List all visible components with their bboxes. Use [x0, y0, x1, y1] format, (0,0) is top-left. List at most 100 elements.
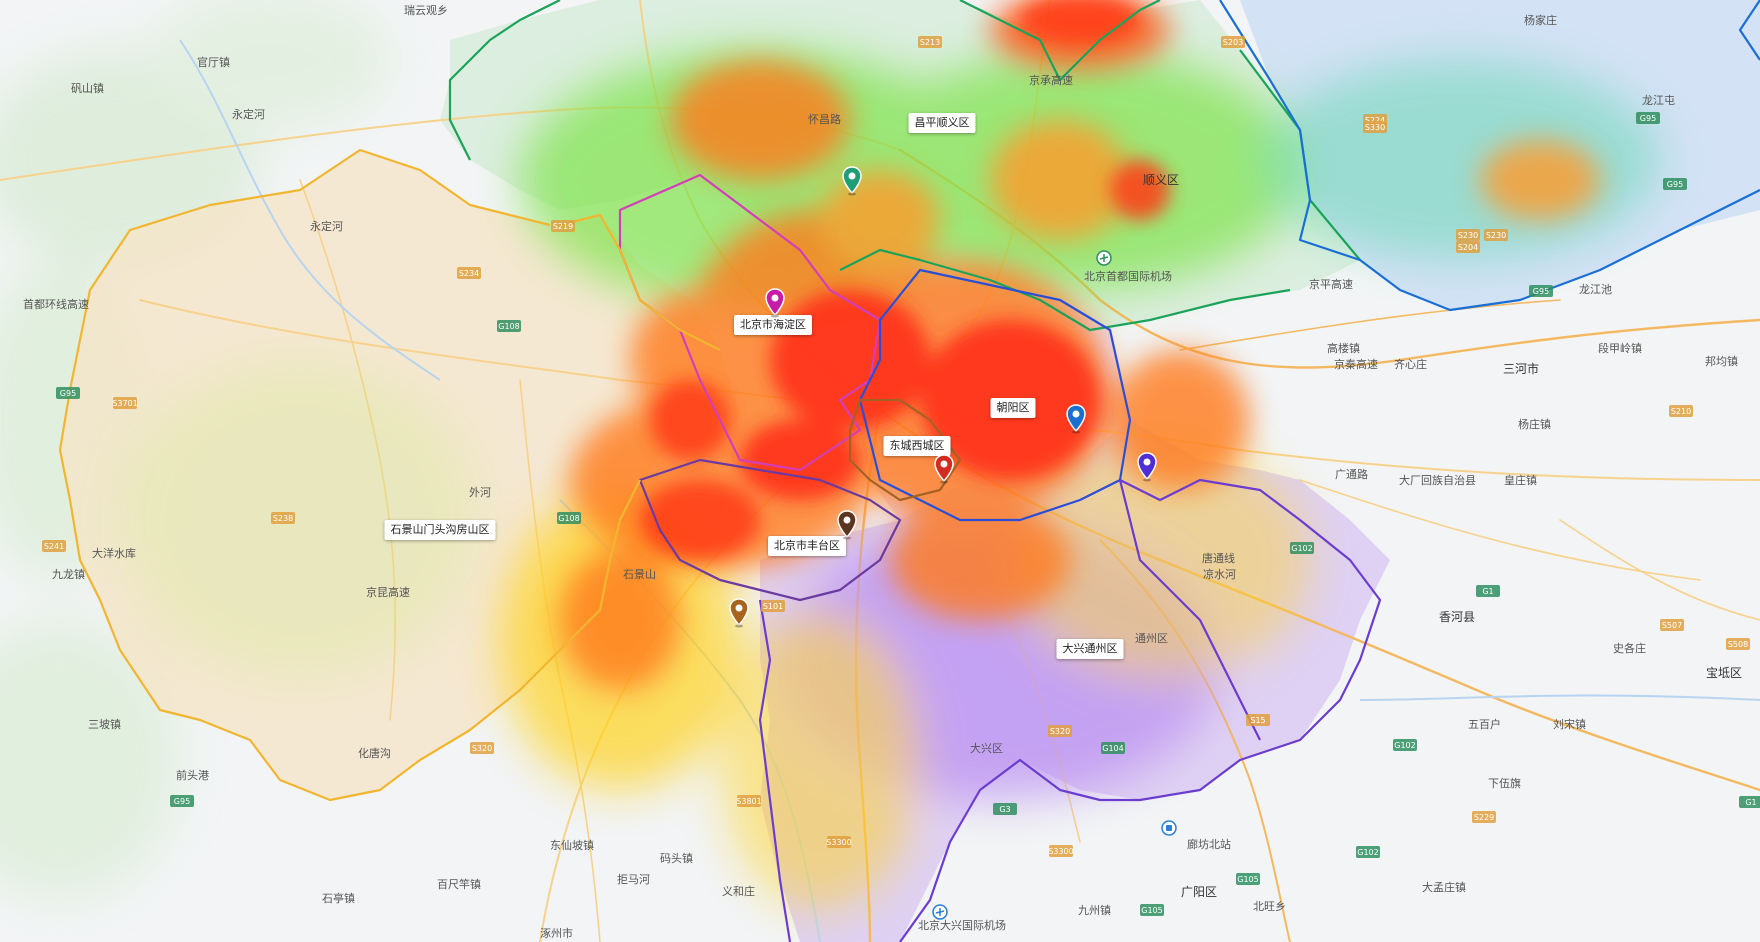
- location-pin-icon: [842, 166, 862, 196]
- place-label: 东仙坡镇: [550, 838, 594, 852]
- route-shield: S3801: [736, 795, 762, 807]
- place-label: 齐心庄: [1394, 357, 1427, 371]
- place-label: 前头港: [176, 768, 209, 782]
- route-shield-label: S204: [1458, 243, 1478, 252]
- place-label: 通州区: [1135, 632, 1168, 645]
- district-label-chaoyang[interactable]: 朝阳区: [990, 398, 1036, 418]
- route-shield-label: G105: [1141, 906, 1162, 915]
- route-shield: G1: [1739, 796, 1760, 808]
- route-shield-label: S241: [44, 542, 64, 551]
- district-label-dongcheng-xicheng[interactable]: 东城西城区: [883, 436, 951, 456]
- route-shield: S320: [1048, 725, 1072, 737]
- map-marker-changping-shunyi[interactable]: [841, 166, 863, 196]
- route-shield-label: G102: [1291, 544, 1312, 553]
- route-shield-label: S101: [763, 602, 783, 611]
- route-shield: S219: [551, 220, 575, 232]
- route-shield-label: S238: [273, 514, 293, 523]
- district-label-changping-shunyi[interactable]: 昌平顺义区: [908, 113, 976, 133]
- route-shield: G95: [1636, 112, 1660, 124]
- route-shield-label: S3801: [736, 797, 761, 806]
- map-marker-fangshan[interactable]: [728, 598, 750, 628]
- location-pin-icon: [765, 288, 785, 318]
- route-shield-label: G1: [1482, 587, 1493, 596]
- place-label: 廊坊北站: [1187, 837, 1231, 851]
- route-shield-label: S507: [1662, 621, 1682, 630]
- place-label: 广阳区: [1181, 885, 1217, 899]
- route-shield: S238: [271, 512, 295, 524]
- route-shield: S15: [1246, 714, 1270, 726]
- route-shield: S229: [1472, 811, 1496, 823]
- map-marker-dongcheng-xicheng[interactable]: [933, 454, 955, 484]
- place-label: 邦均镇: [1705, 354, 1738, 368]
- place-label: 码头镇: [660, 851, 693, 865]
- map-marker-haidian[interactable]: [764, 288, 786, 318]
- place-label: 京平高速: [1309, 277, 1353, 291]
- place-label: 百尺竿镇: [437, 877, 481, 891]
- basemap[interactable]: 瑞云观乡 官厅镇 矾山镇 永定河 九龙镇 大洋水库 三坡镇 前头港 石亭镇 百尺…: [0, 0, 1760, 942]
- place-label: 官厅镇: [197, 55, 230, 69]
- route-shield-label: S3300: [826, 838, 851, 847]
- place-label: 外河: [469, 486, 491, 499]
- place-label: 涿州市: [540, 926, 573, 940]
- place-label: 北旺乡: [1253, 900, 1286, 913]
- place-label: 史各庄: [1613, 641, 1646, 655]
- district-label-fengtai[interactable]: 北京市丰台区: [768, 536, 846, 556]
- district-label-shijingshan-mentougou-fangshan[interactable]: 石景山门头沟房山区: [384, 520, 496, 540]
- place-label: 矾山镇: [71, 81, 104, 95]
- place-label: 杨家庄: [1524, 13, 1557, 27]
- place-label: 京昆高速: [366, 585, 410, 599]
- route-shield: S507: [1660, 619, 1684, 631]
- place-label: 九龙镇: [52, 567, 85, 581]
- place-label: 北京首都国际机场: [1084, 269, 1172, 283]
- place-label: 大孟庄镇: [1422, 880, 1466, 894]
- route-shield: S508: [1726, 638, 1750, 650]
- place-label: 石亭镇: [322, 891, 355, 905]
- route-shield: S230: [1456, 229, 1480, 241]
- route-shield-label: S203: [1223, 38, 1243, 47]
- route-shield-label: S229: [1474, 813, 1494, 822]
- route-shield-label: G95: [174, 797, 190, 806]
- route-shield-label: S230: [1458, 231, 1478, 240]
- place-label: 永定河: [310, 219, 343, 233]
- place-label: 龙江池: [1579, 283, 1612, 296]
- route-shield-label: G95: [60, 389, 76, 398]
- route-shield-label: S234: [459, 269, 479, 278]
- location-pin-icon: [1137, 452, 1157, 482]
- route-shield: S101: [761, 600, 785, 612]
- location-pin-icon: [837, 510, 857, 540]
- route-shield-label: G95: [1640, 114, 1656, 123]
- route-shield-label: S320: [472, 744, 492, 753]
- district-label-daxing-tongzhou[interactable]: 大兴通州区: [1056, 639, 1124, 659]
- route-shield-label: G3: [999, 805, 1010, 814]
- place-label: 凉水河: [1203, 567, 1236, 581]
- route-shield-label: S320: [1050, 727, 1070, 736]
- place-label: 义和庄: [722, 884, 755, 898]
- route-shield: S320: [470, 742, 494, 754]
- route-shield: G108: [557, 512, 581, 524]
- route-shield-label: G102: [1394, 741, 1415, 750]
- route-shield-label: S213: [920, 38, 940, 47]
- route-shield-label: G102: [1357, 848, 1378, 857]
- route-shield: S230: [1484, 229, 1508, 241]
- map-marker-tongzhou[interactable]: [1136, 452, 1158, 482]
- route-shield: S234: [457, 267, 481, 279]
- place-label: 顺义区: [1143, 173, 1179, 187]
- route-shield-label: G95: [1667, 180, 1683, 189]
- place-label: 皇庄镇: [1504, 473, 1537, 487]
- map-marker-fengtai[interactable]: [836, 510, 858, 540]
- route-shield: G95: [1529, 285, 1553, 297]
- route-shield: S3300: [1048, 845, 1074, 857]
- place-label: 石景山: [623, 568, 656, 581]
- route-shield: G102: [1290, 542, 1314, 554]
- map-marker-chaoyang[interactable]: [1065, 404, 1087, 434]
- route-shield: S204: [1456, 241, 1480, 253]
- route-shield: S213: [918, 36, 942, 48]
- place-label: 段甲岭镇: [1598, 341, 1642, 355]
- place-label: 化唐沟: [358, 746, 391, 760]
- route-shield-label: S15: [1250, 716, 1265, 725]
- route-shield-label: G104: [1102, 744, 1123, 753]
- place-label: 大洋水库: [92, 546, 136, 560]
- route-shield-label: S508: [1728, 640, 1748, 649]
- map-canvas[interactable]: 瑞云观乡 官厅镇 矾山镇 永定河 九龙镇 大洋水库 三坡镇 前头港 石亭镇 百尺…: [0, 0, 1760, 942]
- route-shield: G105: [1236, 873, 1260, 885]
